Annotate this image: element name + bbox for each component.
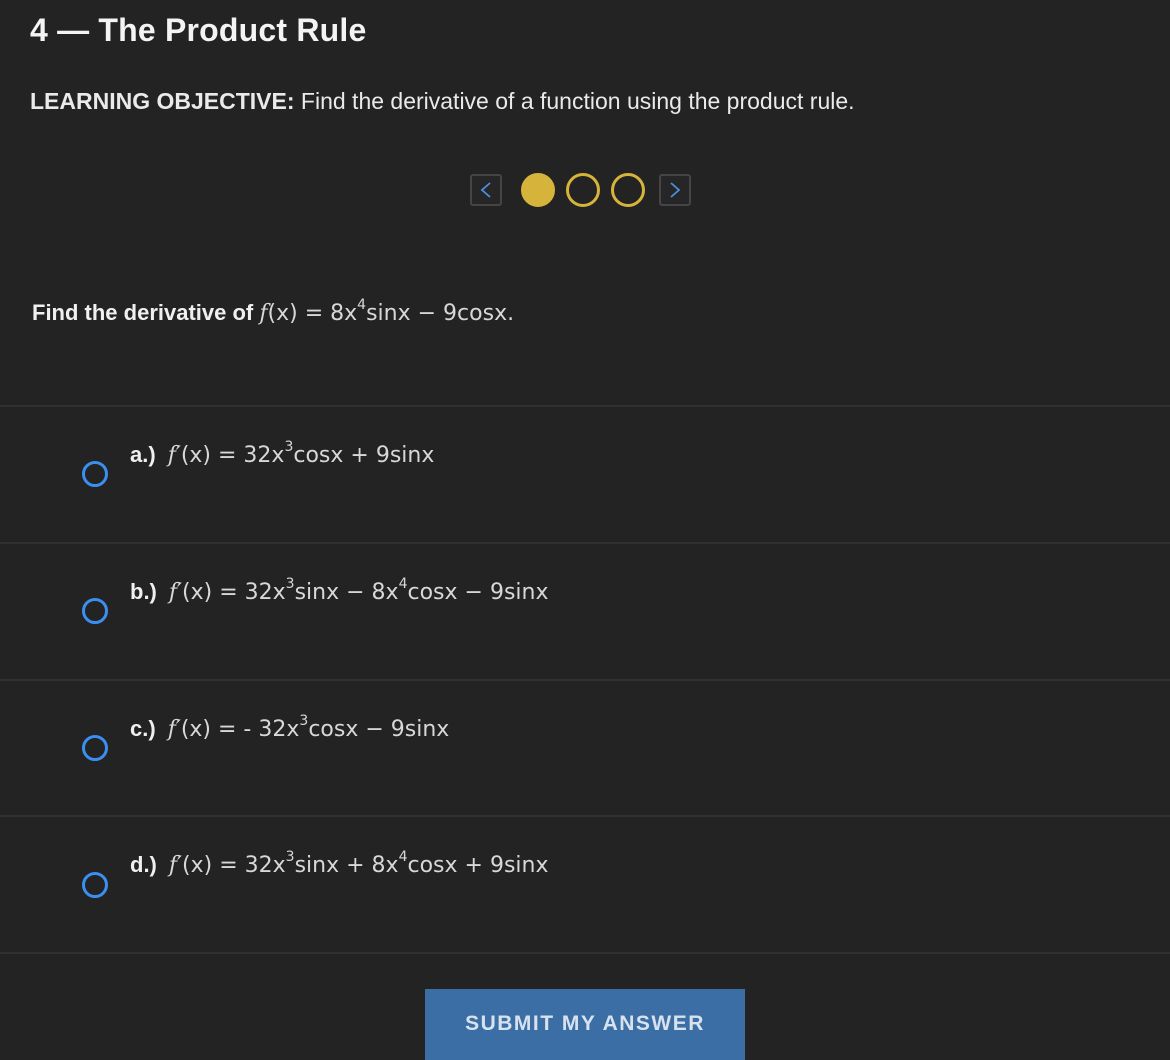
equation-part: cosx + 9sinx <box>407 853 549 878</box>
equation-part: cosx − 9sinx <box>407 580 549 605</box>
equation-part: sinx − 8x <box>294 580 399 605</box>
option-letter: a.) <box>130 442 156 467</box>
option-equation: f′(x) = 32x3cosx + 9sinx <box>167 440 435 468</box>
option-equation: f′(x) = - 32x3cosx − 9sinx <box>167 714 450 742</box>
function-name: f′ <box>168 853 183 878</box>
submit-answer-button[interactable]: SUBMIT MY ANSWER <box>425 989 745 1060</box>
equation-exponent: 3 <box>285 576 295 592</box>
prev-question-button[interactable] <box>470 174 502 206</box>
option-letter: b.) <box>130 579 157 604</box>
divider <box>0 952 1170 954</box>
equation-part: sinx − 9cosx <box>366 301 508 326</box>
option-text: a.) f′(x) = 32x3cosx + 9sinx <box>130 440 435 468</box>
equation-part: cosx − 9sinx <box>308 717 450 742</box>
option-text: c.) f′(x) = - 32x3cosx − 9sinx <box>130 714 450 742</box>
equation-exponent: 3 <box>299 713 309 729</box>
radio-option-d[interactable] <box>82 872 108 898</box>
equation-part: (x) = 32x <box>180 443 285 468</box>
option-letter: c.) <box>130 716 156 741</box>
question-text: Find the derivative of f(x) = 8x4sinx − … <box>32 298 515 326</box>
objective-text: Find the derivative of a function using … <box>300 88 855 114</box>
equation-part: (x) = - 32x <box>180 717 300 742</box>
equation-part: sinx + 8x <box>294 853 399 878</box>
answer-option-d[interactable]: d.) f′(x) = 32x3sinx + 8x4cosx + 9sinx <box>0 817 1170 952</box>
question-equation: f(x) = 8x4sinx − 9cosx. <box>259 298 515 326</box>
chevron-right-icon <box>670 182 681 198</box>
answer-option-b[interactable]: b.) f′(x) = 32x3sinx − 8x4cosx − 9sinx <box>0 544 1170 679</box>
option-equation: f′(x) = 32x3sinx − 8x4cosx − 9sinx <box>168 577 549 605</box>
equation-end: . <box>507 301 515 326</box>
equation-part: (x) = 32x <box>182 853 286 878</box>
function-name: f′ <box>167 717 181 742</box>
option-equation: f′(x) = 32x3sinx + 8x4cosx + 9sinx <box>168 850 549 878</box>
option-text: d.) f′(x) = 32x3sinx + 8x4cosx + 9sinx <box>130 850 549 878</box>
equation-part: (x) = 32x <box>182 580 286 605</box>
equation-exponent: 4 <box>357 297 367 313</box>
option-text: b.) f′(x) = 32x3sinx − 8x4cosx − 9sinx <box>130 577 549 605</box>
question-prompt: Find the derivative of <box>32 300 254 325</box>
radio-option-b[interactable] <box>82 598 108 624</box>
next-question-button[interactable] <box>659 174 691 206</box>
page-dot-2[interactable] <box>566 173 600 207</box>
objective-label: LEARNING OBJECTIVE: <box>30 88 295 114</box>
option-letter: d.) <box>130 852 157 877</box>
function-name: f <box>259 301 268 326</box>
chevron-left-icon <box>480 182 491 198</box>
radio-option-a[interactable] <box>82 461 108 487</box>
answer-option-a[interactable]: a.) f′(x) = 32x3cosx + 9sinx <box>0 407 1170 542</box>
equation-exponent: 3 <box>285 849 295 865</box>
radio-option-c[interactable] <box>82 735 108 761</box>
question-pager <box>470 170 691 210</box>
answer-option-c[interactable]: c.) f′(x) = - 32x3cosx − 9sinx <box>0 681 1170 816</box>
page-title: 4 — The Product Rule <box>30 12 367 48</box>
function-name: f′ <box>167 443 181 468</box>
equation-part: (x) = 8x <box>267 301 358 326</box>
function-name: f′ <box>168 580 183 605</box>
page-dot-1[interactable] <box>521 173 555 207</box>
learning-objective: LEARNING OBJECTIVE: Find the derivative … <box>30 88 855 115</box>
equation-part: cosx + 9sinx <box>293 443 435 468</box>
page-dot-3[interactable] <box>611 173 645 207</box>
